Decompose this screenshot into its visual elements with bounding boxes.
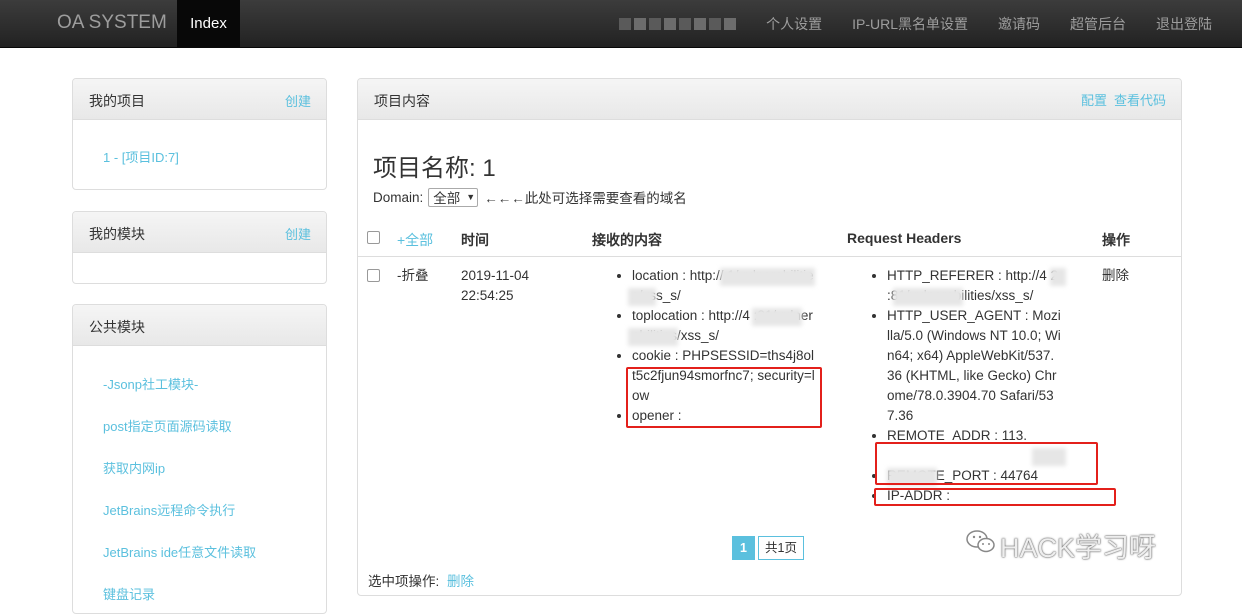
selected-ops-row: 选中项操作: 删除 [368,570,474,590]
public-module-link[interactable]: JetBrains ide任意文件读取 [103,542,256,561]
my-modules-panel: 我的模块 创建 [72,211,327,284]
delete-row-link[interactable]: 删除 [1102,266,1129,286]
panel-title: 我的项目 [89,93,145,109]
expand-all-link[interactable]: +全部 [397,230,433,250]
project-link[interactable]: 1 - [项目ID:7] [103,147,179,166]
create-project-link[interactable]: 创建 [285,91,311,110]
row-time: 22:54:25 [461,288,514,303]
redaction [628,288,656,306]
config-link[interactable]: 配置 [1081,90,1107,109]
nav-right: 个人设置 IP-URL黑名单设置 邀请码 超管后台 退出登陆 [619,0,1212,47]
project-name-heading: 项目名称: 1 [373,155,496,182]
row-timestamp: 2019-11-04 22:54:25 [461,266,529,306]
public-module-link[interactable]: 键盘记录 [103,584,155,603]
highlight-remote-port [874,488,1116,506]
domain-select[interactable]: 全部 ▼ [428,187,479,207]
public-modules-panel: 公共模块 -Jsonp社工模块- post指定页面源码读取 获取内网ip Jet… [72,304,327,614]
my-projects-panel: 我的项目 创建 1 - [项目ID:7] [72,78,327,190]
nav-logout[interactable]: 退出登陆 [1156,14,1212,34]
wechat-icon [966,530,995,553]
redaction [720,268,815,286]
panel-title: 我的模块 [89,226,145,242]
nav-admin[interactable]: 超管后台 [1070,14,1126,34]
public-module-link[interactable]: -Jsonp社工模块- [103,374,198,393]
header-user-agent: HTTP_USER_AGENT : Mozilla/5.0 (Windows N… [887,306,1061,426]
redaction [893,288,963,306]
col-header-content: 接收的内容 [592,232,662,248]
domain-label: Domain: [373,189,424,205]
table-header-divider [358,256,1181,257]
create-module-link[interactable]: 创建 [285,224,311,243]
nav-personal-settings[interactable]: 个人设置 [766,14,822,34]
highlight-remote-addr [875,442,1098,485]
row-checkbox[interactable] [367,269,380,282]
row-date: 2019-11-04 [461,268,530,283]
page-1-button[interactable]: 1 [732,536,755,560]
domain-hint: ←←←此处可选择需要查看的域名 [484,191,687,206]
collapse-link[interactable]: -折叠 [397,266,429,286]
selected-ops-label: 选中项操作: [368,574,440,589]
brand-logo[interactable]: OA SYSTEM [57,12,167,34]
nav-index[interactable]: Index [177,0,240,47]
public-module-link[interactable]: 获取内网ip [103,458,165,477]
domain-select-value: 全部 [433,191,461,206]
panel-title: 项目内容 [374,93,430,109]
col-header-request-headers: Request Headers [847,230,962,246]
redaction [628,328,678,346]
masked-username [619,17,737,30]
domain-row: Domain: 全部 ▼ ←←←此处可选择需要查看的域名 [373,187,687,207]
highlight-cookie [626,367,822,428]
redaction [1050,268,1066,286]
col-header-ops: 操作 [1102,232,1130,248]
public-module-link[interactable]: post指定页面源码读取 [103,416,232,435]
select-all-checkbox[interactable] [367,231,380,244]
nav-ip-url-blacklist[interactable]: IP-URL黑名单设置 [852,14,968,34]
col-header-time: 时间 [461,232,489,248]
page-total: 共1页 [758,536,804,560]
batch-delete-link[interactable]: 删除 [447,574,474,589]
view-code-link[interactable]: 查看代码 [1114,90,1166,109]
dropdown-arrow-icon: ▼ [466,192,476,202]
top-navbar: OA SYSTEM Index 个人设置 IP-URL黑名单设置 邀请码 超管后… [0,0,1242,48]
nav-invite-code[interactable]: 邀请码 [998,14,1040,34]
panel-title: 公共模块 [89,319,145,335]
public-module-link[interactable]: JetBrains远程命令执行 [103,500,235,519]
redaction [752,308,802,326]
watermark-text: HACK学习呀 [1000,533,1157,563]
